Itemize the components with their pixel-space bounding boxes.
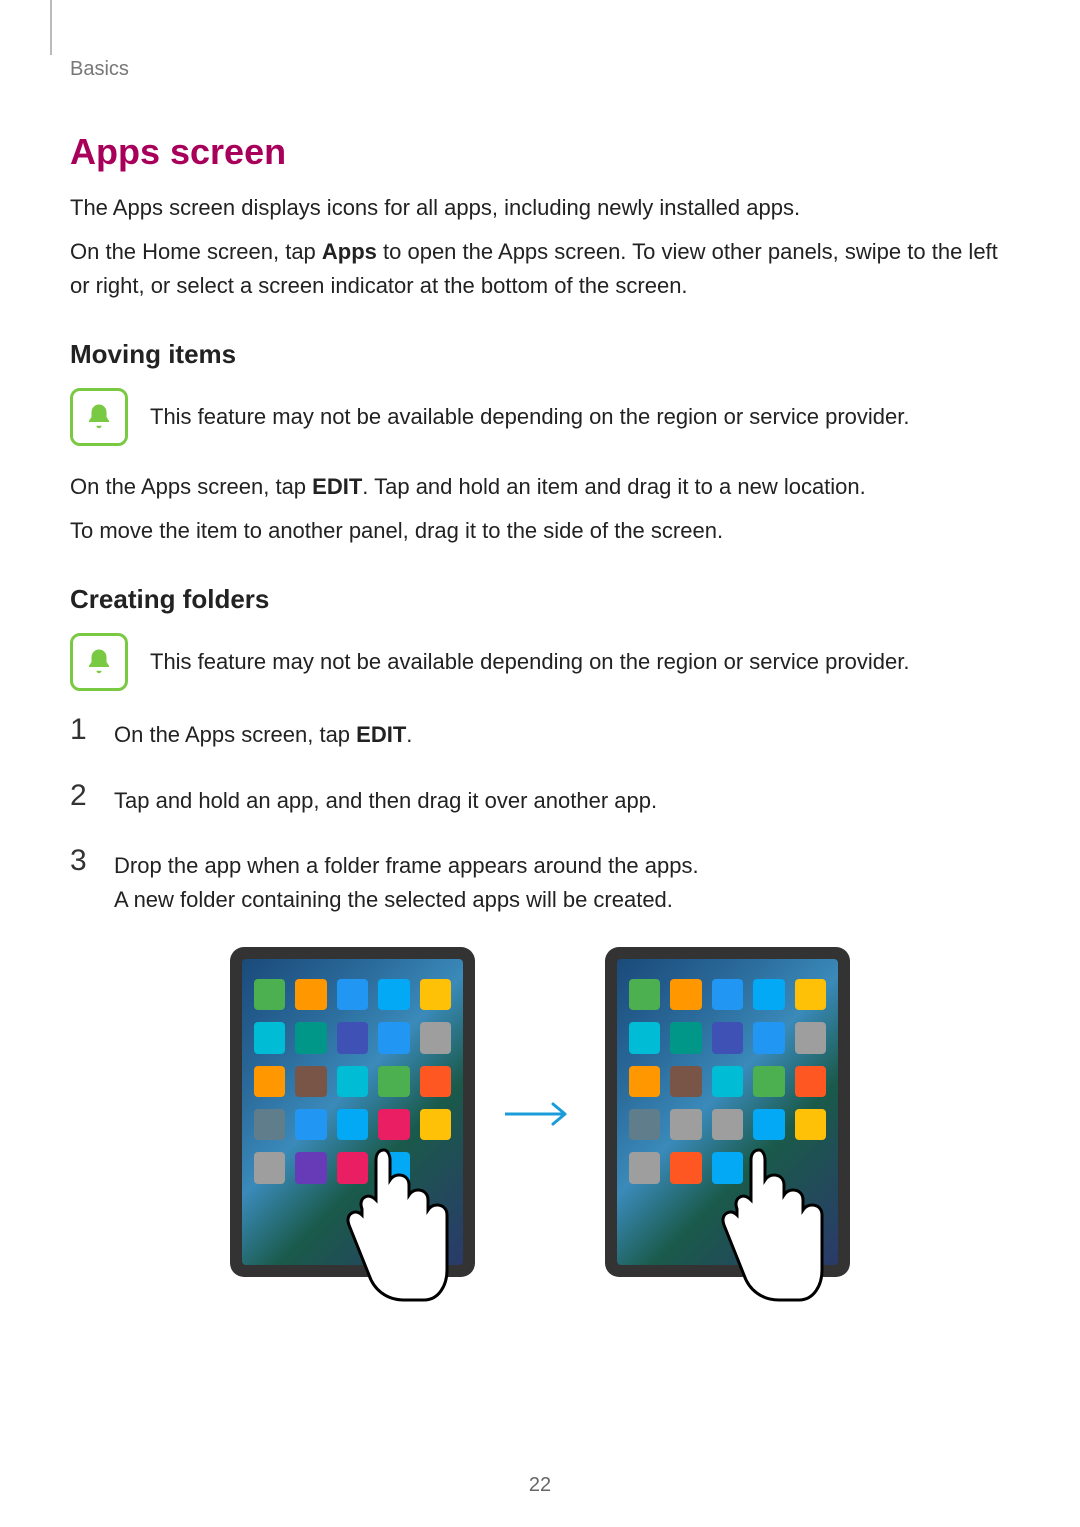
app-icon [629, 1152, 660, 1183]
app-icon [337, 1022, 368, 1053]
app-icon [670, 979, 701, 1010]
app-icon [254, 979, 285, 1010]
app-icon [420, 1066, 451, 1097]
step-1: 1 On the Apps screen, tap EDIT. [70, 715, 1010, 752]
app-icon [378, 1022, 409, 1053]
step-text: Drop the app when a folder frame appears… [114, 849, 699, 883]
section-header: Basics [70, 30, 1010, 131]
figure-row [70, 947, 1010, 1277]
bold-edit: EDIT [312, 474, 362, 499]
text: . [406, 722, 412, 747]
app-icon [712, 1022, 743, 1053]
app-icon [753, 1109, 784, 1140]
app-icon [753, 1066, 784, 1097]
steps-list: 1 On the Apps screen, tap EDIT. 2 Tap an… [70, 715, 1010, 916]
bold-apps: Apps [322, 239, 377, 264]
app-icon [629, 1066, 660, 1097]
page-number: 22 [0, 1474, 1080, 1497]
app-icon [712, 979, 743, 1010]
app-icon [795, 1022, 826, 1053]
moving-items-heading: Moving items [70, 339, 1010, 370]
step-3: 3 Drop the app when a folder frame appea… [70, 846, 1010, 917]
app-icon [295, 979, 326, 1010]
tablet-screen [242, 959, 463, 1265]
app-icon [629, 979, 660, 1010]
bold-edit: EDIT [356, 722, 406, 747]
app-icon [795, 1066, 826, 1097]
app-icon [295, 1022, 326, 1053]
app-icon [629, 1022, 660, 1053]
tablet-after [605, 947, 850, 1277]
step-number: 2 [70, 781, 96, 811]
app-icon [254, 1022, 285, 1053]
page-title: Apps screen [70, 131, 1010, 173]
app-icon [378, 1109, 409, 1140]
app-icon [420, 1109, 451, 1140]
tablet-screen [617, 959, 838, 1265]
app-icon [670, 1109, 701, 1140]
app-icon [337, 1109, 368, 1140]
intro-paragraph-1: The Apps screen displays icons for all a… [70, 191, 1010, 225]
arrow-right-icon [505, 1083, 575, 1141]
step-number: 1 [70, 715, 96, 745]
step-text: A new folder containing the selected app… [114, 883, 699, 917]
app-icon [378, 979, 409, 1010]
app-icon [254, 1152, 285, 1183]
step-text: Tap and hold an app, and then drag it ov… [114, 781, 657, 818]
bell-icon [70, 633, 128, 691]
text: On the Home screen, tap [70, 239, 322, 264]
text: . Tap and hold an item and drag it to a … [362, 474, 866, 499]
app-icon [753, 979, 784, 1010]
app-icon [254, 1066, 285, 1097]
note-text: This feature may not be available depend… [150, 647, 909, 678]
step-2: 2 Tap and hold an app, and then drag it … [70, 781, 1010, 818]
note-text: This feature may not be available depend… [150, 402, 909, 433]
app-icon [712, 1152, 743, 1183]
app-icon [753, 1022, 784, 1053]
app-icon [670, 1022, 701, 1053]
app-icon [670, 1152, 701, 1183]
step-number: 3 [70, 846, 96, 876]
app-icon [670, 1066, 701, 1097]
app-icon [712, 1066, 743, 1097]
app-icon [378, 1152, 409, 1183]
app-icon [337, 1152, 368, 1183]
note-block: This feature may not be available depend… [70, 633, 1010, 691]
app-icon [295, 1109, 326, 1140]
app-icon [795, 1109, 826, 1140]
moving-paragraph-1: On the Apps screen, tap EDIT. Tap and ho… [70, 470, 1010, 504]
app-icon [295, 1066, 326, 1097]
text: On the Apps screen, tap [114, 722, 356, 747]
app-icon [378, 1066, 409, 1097]
tablet-before [230, 947, 475, 1277]
app-icon [420, 979, 451, 1010]
app-icon [337, 979, 368, 1010]
header-rule [50, 0, 52, 55]
app-icon [420, 1022, 451, 1053]
moving-paragraph-2: To move the item to another panel, drag … [70, 514, 1010, 548]
app-icon [337, 1066, 368, 1097]
text: On the Apps screen, tap [70, 474, 312, 499]
app-icon [795, 979, 826, 1010]
creating-folders-heading: Creating folders [70, 584, 1010, 615]
app-icon [254, 1109, 285, 1140]
app-icon [629, 1109, 660, 1140]
bell-icon [70, 388, 128, 446]
app-icon [712, 1109, 743, 1140]
note-block: This feature may not be available depend… [70, 388, 1010, 446]
app-icon [295, 1152, 326, 1183]
intro-paragraph-2: On the Home screen, tap Apps to open the… [70, 235, 1010, 303]
